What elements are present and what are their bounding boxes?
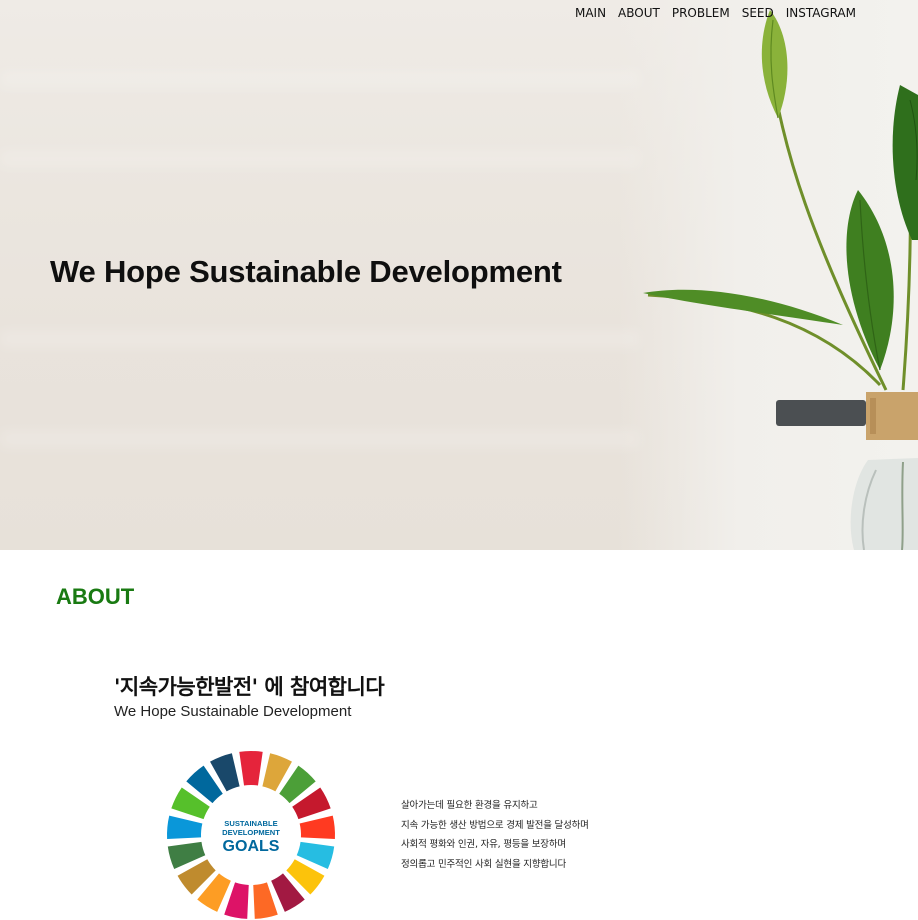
description-line: 정의롭고 민주적인 사회 실현을 지향합니다 xyxy=(401,858,566,870)
sdg-logo-line3: GOALS xyxy=(223,838,280,855)
sdg-wheel-logo: SUSTAINABLE DEVELOPMENT GOALS xyxy=(167,751,335,919)
description-line: 지속 가능한 생산 방법으로 경제 발전을 달성하며 xyxy=(401,819,589,831)
wall-texture xyxy=(0,430,640,448)
top-nav: MAIN ABOUT PROBLEM SEED INSTAGRAM xyxy=(575,6,856,20)
nav-instagram-link[interactable]: INSTAGRAM xyxy=(786,6,856,20)
sdg-segment xyxy=(299,815,335,839)
plant-in-glass-vase-icon xyxy=(643,10,918,550)
sdg-logo-line2: DEVELOPMENT xyxy=(222,828,280,837)
hero-banner: MAIN ABOUT PROBLEM SEED INSTAGRAM We Hop… xyxy=(0,0,918,550)
description-line: 사회적 평화와 인권, 자유, 평등을 보장하며 xyxy=(401,839,566,850)
description-line: 살아가는데 필요한 환경을 유지하고 xyxy=(401,800,538,811)
sdg-segment xyxy=(167,815,203,839)
wall-texture xyxy=(0,150,640,168)
about-subtitle-english: We Hope Sustainable Development xyxy=(114,703,352,720)
about-heading: ABOUT xyxy=(56,584,135,609)
nav-main-link[interactable]: MAIN xyxy=(575,6,606,20)
hero-title: We Hope Sustainable Development xyxy=(50,254,562,289)
nav-seed-link[interactable]: SEED xyxy=(742,6,774,20)
wall-texture xyxy=(0,330,640,348)
about-title-korean: '지속가능한발전' 에 참여합니다 xyxy=(114,675,385,699)
sdg-segment xyxy=(224,882,249,919)
nav-about-link[interactable]: ABOUT xyxy=(618,6,660,20)
sdg-segment xyxy=(253,882,278,919)
about-description: 살아가는데 필요한 환경을 유지하고 지속 가능한 생산 방법으로 경제 발전을… xyxy=(401,800,701,878)
sdg-logo-line1: SUSTAINABLE xyxy=(224,819,277,828)
nav-problem-link[interactable]: PROBLEM xyxy=(672,6,730,20)
wall-texture xyxy=(0,70,640,88)
sdg-segment xyxy=(239,751,263,786)
